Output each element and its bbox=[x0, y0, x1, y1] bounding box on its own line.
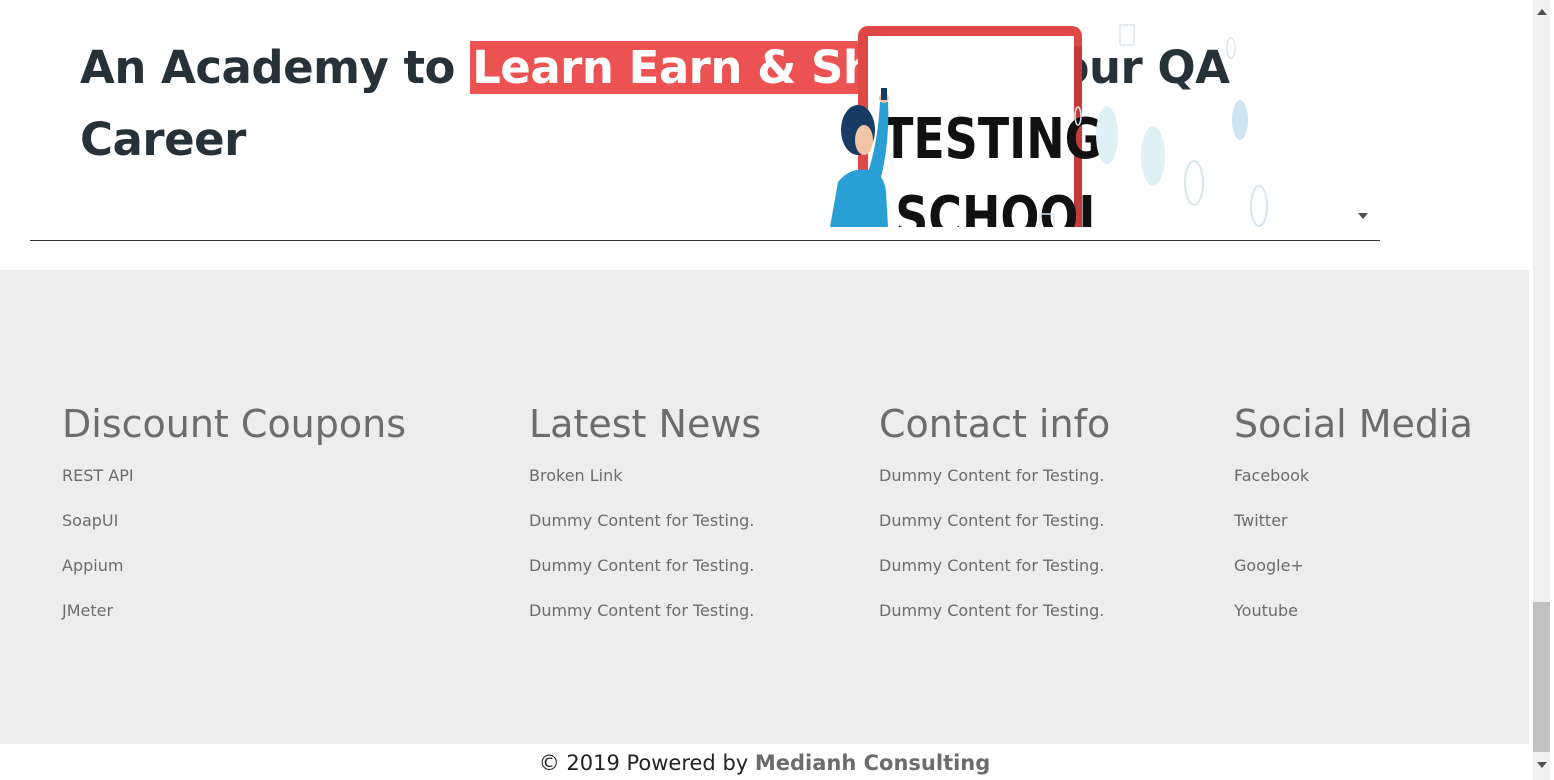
footer-column-social-media: Social Media Facebook Twitter Google+ Yo… bbox=[1234, 400, 1473, 644]
footer-link-appium[interactable]: Appium bbox=[62, 554, 406, 599]
footer-link-contact[interactable]: Dummy Content for Testing. bbox=[879, 554, 1110, 599]
footer-heading: Discount Coupons bbox=[62, 402, 407, 446]
board-text-line2: SCHOOL bbox=[895, 185, 1107, 227]
footer-link-twitter[interactable]: Twitter bbox=[1234, 509, 1473, 554]
footer-link-contact[interactable]: Dummy Content for Testing. bbox=[879, 464, 1110, 509]
frame-scroll-down-icon[interactable] bbox=[1358, 213, 1368, 219]
copyright-brand-link[interactable]: Medianh Consulting bbox=[755, 751, 990, 775]
footer: Discount Coupons REST API SoapUI Appium … bbox=[0, 270, 1529, 744]
footer-link-news[interactable]: Dummy Content for Testing. bbox=[529, 509, 761, 554]
footer-heading: Latest News bbox=[529, 402, 762, 446]
section-divider bbox=[30, 240, 1380, 241]
copyright: © 2019 Powered by Medianh Consulting bbox=[0, 748, 1529, 778]
footer-link-jmeter[interactable]: JMeter bbox=[62, 599, 406, 644]
testing-school-illustration: TESTING SCHOOL bbox=[830, 24, 1268, 227]
scroll-down-icon[interactable] bbox=[1537, 762, 1547, 768]
copyright-text: © 2019 Powered by bbox=[538, 751, 755, 775]
footer-link-news[interactable]: Dummy Content for Testing. bbox=[529, 554, 761, 599]
footer-column-latest-news: Latest News Broken Link Dummy Content fo… bbox=[529, 400, 761, 644]
hero-frame: An Academy to Learn Earn & Shine in your… bbox=[0, 0, 1376, 227]
page-scrollbar[interactable] bbox=[1529, 0, 1554, 780]
frame-scrollbar[interactable] bbox=[1351, 0, 1376, 227]
footer-heading: Contact info bbox=[879, 402, 1111, 446]
footer-link-youtube[interactable]: Youtube bbox=[1234, 599, 1473, 644]
footer-heading: Social Media bbox=[1234, 402, 1473, 446]
footer-link-broken-link[interactable]: Broken Link bbox=[529, 464, 761, 509]
scroll-up-icon[interactable] bbox=[1537, 9, 1547, 15]
scrollbar-thumb[interactable] bbox=[1533, 602, 1550, 752]
footer-link-facebook[interactable]: Facebook bbox=[1234, 464, 1473, 509]
footer-link-google-plus[interactable]: Google+ bbox=[1234, 554, 1473, 599]
hero-title-before: An Academy to bbox=[80, 41, 471, 94]
footer-link-contact[interactable]: Dummy Content for Testing. bbox=[879, 509, 1110, 554]
footer-column-discount-coupons: Discount Coupons REST API SoapUI Appium … bbox=[62, 400, 406, 644]
footer-column-contact-info: Contact info Dummy Content for Testing. … bbox=[879, 400, 1110, 644]
footer-link-rest-api[interactable]: REST API bbox=[62, 464, 406, 509]
board-text-line1: TESTING bbox=[882, 107, 1102, 173]
footer-link-news[interactable]: Dummy Content for Testing. bbox=[529, 599, 761, 644]
footer-link-contact[interactable]: Dummy Content for Testing. bbox=[879, 599, 1110, 644]
footer-link-soapui[interactable]: SoapUI bbox=[62, 509, 406, 554]
